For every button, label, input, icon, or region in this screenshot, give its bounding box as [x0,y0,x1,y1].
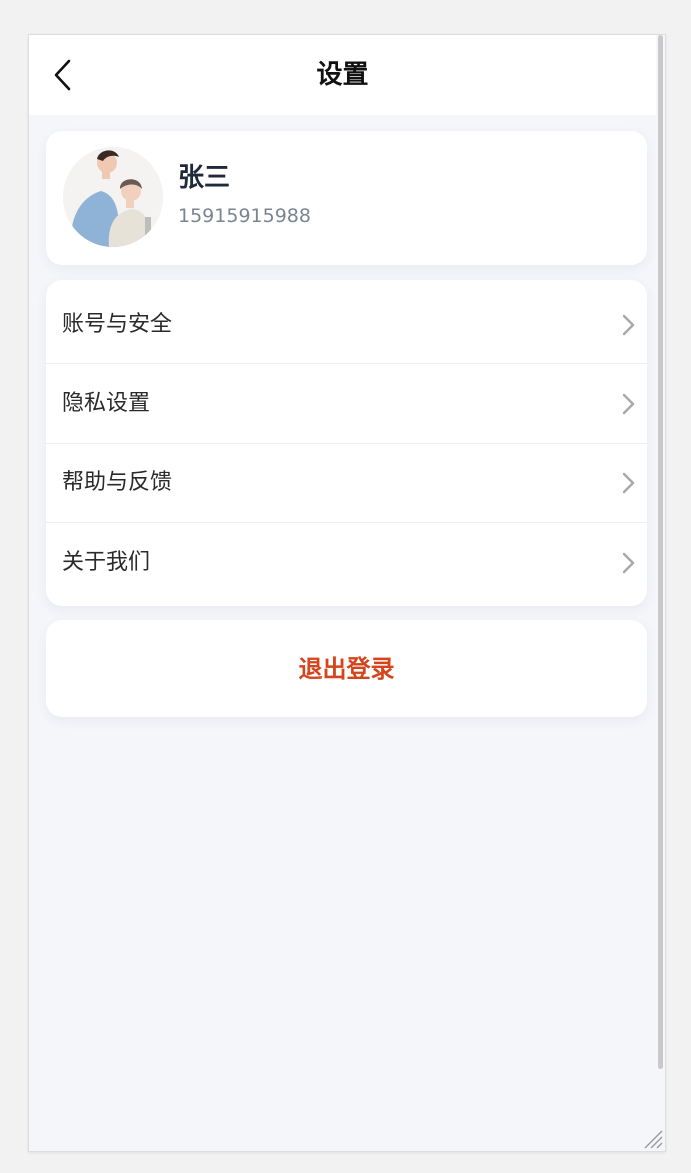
chevron-right-icon [622,472,635,494]
top-bar: 设置 [29,35,656,115]
chevron-right-icon [622,393,635,415]
logout-button[interactable]: 退出登录 [46,620,647,717]
app-window: 设置 张三 15915915988 账号与安全 隐私设置 帮助与反馈 关于我们 … [28,34,666,1152]
logout-label: 退出登录 [298,655,395,683]
menu-item-label: 关于我们 [62,550,151,575]
scrollbar[interactable] [658,35,663,1069]
profile-card[interactable]: 张三 15915915988 [46,131,647,265]
avatar [63,147,163,247]
resize-handle-icon[interactable] [641,1127,663,1149]
chevron-right-icon [622,552,635,574]
menu-item-help-feedback[interactable]: 帮助与反馈 [46,443,647,522]
avatar-photo [63,147,163,247]
page-title: 设置 [316,60,369,90]
user-name: 张三 [178,163,231,193]
user-phone: 15915915988 [178,205,311,227]
menu-item-about-us[interactable]: 关于我们 [46,523,647,602]
menu-item-label: 账号与安全 [62,312,173,337]
menu-item-label: 隐私设置 [62,391,151,416]
menu-item-label: 帮助与反馈 [62,470,173,495]
settings-menu: 账号与安全 隐私设置 帮助与反馈 关于我们 [46,280,647,606]
menu-item-account-security[interactable]: 账号与安全 [46,285,647,364]
menu-item-privacy[interactable]: 隐私设置 [46,364,647,443]
chevron-right-icon [622,314,635,336]
